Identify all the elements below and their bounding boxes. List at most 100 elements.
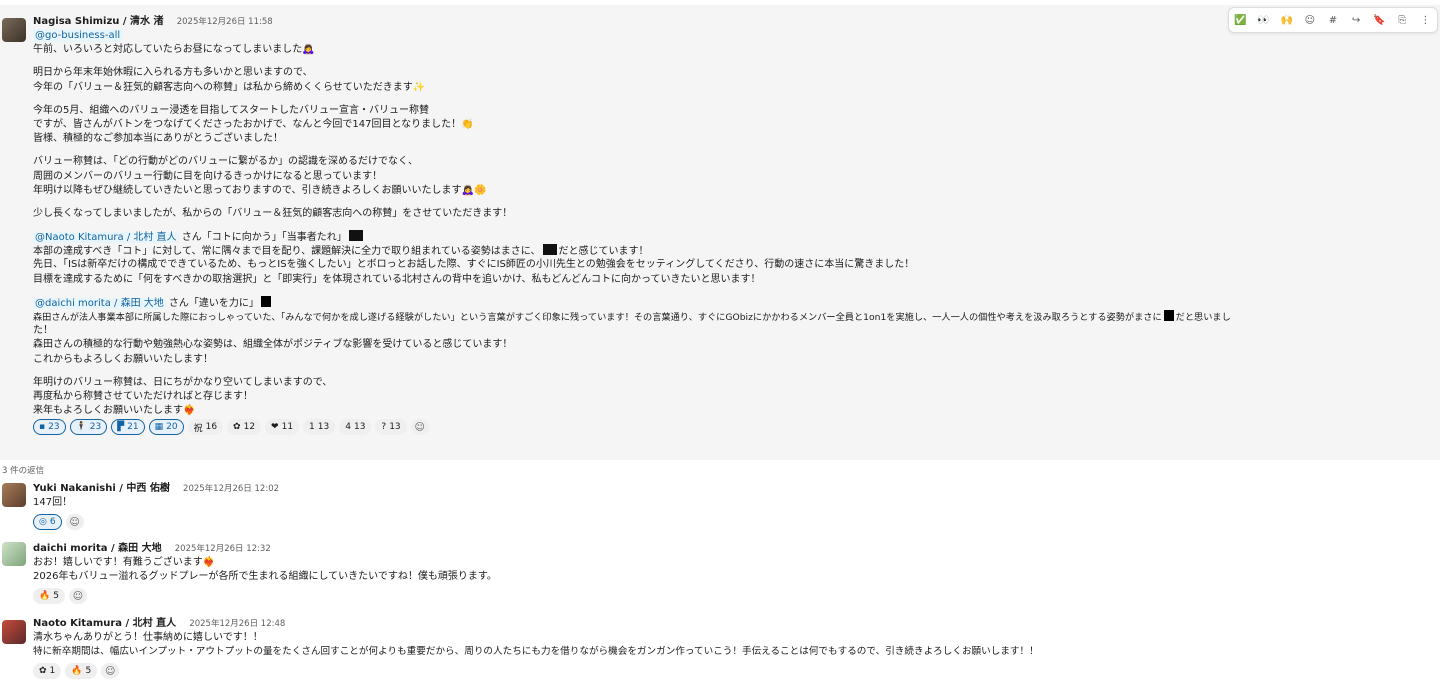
add-reaction-icon[interactable]: ☺ [65, 514, 84, 531]
reaction-emoji-icon: 🕴 [75, 422, 87, 433]
message-text: 年明けのバリュー称賛は、日にちがかなり空いてしまいますので、 [33, 376, 333, 388]
message-text: 年明け以降もぜひ継続していきたいと思っておりますので、引き続きよろしくお願いいた… [33, 184, 487, 196]
message-text: 周囲のメンバーのバリュー行動に目を向けるきっかけになると思っています！ [33, 170, 383, 182]
reaction-count: 13 [317, 422, 330, 433]
reaction-emoji-icon: ◎ [39, 517, 47, 528]
custom-emoji-icon [542, 244, 557, 256]
reactions-bar: ◎ 6 ☺ [33, 513, 279, 531]
reply-count[interactable]: 3 件の返信 [2, 464, 44, 476]
reaction-count: 23 [89, 422, 102, 433]
reactions-bar: ▪ 23 🕴 23 ▛ 21 ▦ 20 祝 16 ✿ 12 ❤ 11 1 13 4 13? 13 ☺ [33, 418, 1433, 436]
reaction-count: 12 [243, 422, 256, 433]
avatar[interactable] [2, 483, 26, 507]
reaction-pill[interactable]: 🔥 5 [33, 588, 65, 605]
reaction-count: 11 [281, 422, 294, 433]
reply-message: daichi morita / 森田 大地 2025年12月26日 12:32 … [33, 542, 497, 605]
message-text: 森田さんの積極的な行動や勉強熱心な姿勢は、組織全体がポジティブな影響を受けている… [33, 339, 513, 351]
reaction-pill[interactable]: ✿ 1 [33, 663, 62, 680]
reaction-pill[interactable]: ? 13 [375, 419, 407, 436]
reaction-count: 23 [48, 422, 60, 433]
message-text: 午前、いろいろと対応していたらお昼になってしまいました🙇‍♀️ [33, 44, 315, 56]
message-text: これからもよろしくお願いいたします！ [33, 353, 213, 365]
author-name[interactable]: daichi morita / 森田 大地 [33, 543, 162, 554]
message-text: 今年の5月、組織へのバリュー浸透を目指してスタートしたバリュー宣言・バリュー称賛 [33, 104, 430, 116]
reaction-pill[interactable]: ❤ 11 [265, 419, 300, 436]
reaction-pill[interactable]: ▦ 20 [148, 419, 184, 436]
message-text: おお！嬉しいです！有難うございます❤️‍🔥 [33, 557, 216, 568]
message-text: 先日、「ISは新卒だけの構成でできているため、もっとISを強くしたい」とボロっと… [33, 259, 915, 271]
custom-emoji-icon [260, 295, 271, 307]
message-text: ですが、皆さんがバトンをつなげてくださったおかげで、なんと今回で147回目となり… [33, 118, 474, 130]
message-text: 目標を達成するために「何をすべきかの取捨選択」と「即実行」を体現されている北村さ… [33, 273, 761, 285]
user-mention[interactable]: @Naoto Kitamura / 北村 直人 [33, 232, 179, 244]
reaction-pill[interactable]: 4 13 [339, 419, 372, 436]
reaction-emoji-icon: 祝 [193, 423, 203, 434]
message-text: だと思いまし [1175, 312, 1231, 323]
timestamp[interactable]: 2025年12月26日 12:32 [175, 544, 271, 554]
message-text: た！ [33, 325, 53, 337]
reaction-emoji-icon: ✿ [39, 666, 47, 677]
reaction-emoji-icon: 🔥 [71, 666, 83, 677]
reaction-pill[interactable]: ▛ 21 [111, 419, 145, 436]
user-mention[interactable]: @daichi morita / 森田 大地 [33, 297, 166, 309]
avatar[interactable] [2, 18, 26, 42]
reaction-count: 20 [166, 422, 178, 433]
reaction-pill[interactable]: 1 13 [303, 419, 336, 436]
reaction-pill[interactable]: 🔥 5 [65, 663, 98, 680]
reactions-bar: ✿ 1 🔥 5 ☺ [33, 662, 1039, 680]
timestamp[interactable]: 2025年12月26日 12:02 [183, 484, 279, 494]
message-text: 今年の「バリュー＆狂気的顧客志向への称賛」は私から締めくくらせていただきます✨ [33, 81, 426, 93]
message-text: 2026年もバリュー溢れるグッドプレーが各所で生まれる組織にしていきたいですね！… [33, 571, 497, 583]
reaction-count: 21 [127, 422, 139, 433]
parent-message: Nagisa Shimizu / 清水 渚 2025年12月26日 11:58 … [33, 15, 1433, 436]
reaction-count: 1 [49, 666, 56, 677]
message-text: 本部の達成すべき「コト」に対して、常に隅々まで目を配り、課題解決に全力で取り組ま… [33, 246, 541, 258]
reaction-emoji-icon: ▪ [39, 422, 46, 433]
add-reaction-icon[interactable]: ☺ [410, 419, 429, 436]
reaction-emoji-icon: 1 [309, 422, 315, 433]
reaction-emoji-icon: 🔥 [39, 591, 51, 602]
reaction-count: 13 [389, 422, 401, 433]
reaction-emoji-icon: ? [381, 422, 387, 433]
reaction-emoji-icon: 4 [345, 422, 351, 433]
message-text: 森田さんが法人事業本部に所属した際におっしゃっていた、「みんなで何かを成し遂げる… [33, 312, 1162, 323]
reaction-pill[interactable]: ◎ 6 [33, 514, 62, 531]
author-name[interactable]: Yuki Nakanishi / 中西 佑樹 [33, 483, 170, 494]
reaction-emoji-icon: ▦ [154, 422, 164, 433]
reaction-count: 13 [353, 422, 366, 433]
message-text: 少し長くなってしまいましたが、私からの「バリュー＆狂気的顧客志向への称賛」をさせ… [33, 207, 513, 219]
message-text: 清水ちゃんありがとう！仕事納めに嬉しいです！！ [33, 632, 263, 643]
reaction-emoji-icon: ▛ [117, 422, 125, 433]
reaction-count: 16 [205, 422, 218, 433]
reaction-count: 5 [85, 666, 92, 677]
reaction-pill[interactable]: 祝 16 [187, 419, 224, 436]
message-text: 来年もよろしくお願いいたします❤️‍🔥 [33, 405, 196, 417]
group-mention[interactable]: @go-business-all [33, 29, 123, 42]
author-name[interactable]: Naoto Kitamura / 北村 直人 [33, 618, 176, 629]
message-text: さん「違いを力に」 [165, 297, 259, 309]
timestamp[interactable]: 2025年12月26日 12:48 [189, 619, 285, 629]
custom-emoji-icon [1163, 310, 1174, 321]
avatar[interactable] [2, 542, 26, 566]
reaction-pill[interactable]: ✿ 12 [227, 419, 262, 436]
reaction-pill[interactable]: ▪ 23 [33, 419, 66, 436]
reactions-bar: 🔥 5 ☺ [33, 587, 497, 605]
add-reaction-icon[interactable]: ☺ [68, 588, 87, 605]
reaction-count: 6 [49, 517, 56, 528]
reaction-emoji-icon: ❤ [271, 422, 279, 433]
author-name[interactable]: Nagisa Shimizu / 清水 渚 [33, 16, 164, 27]
timestamp[interactable]: 2025年12月26日 11:58 [177, 17, 273, 27]
message-text: 147回！ [33, 497, 73, 508]
message-text: さん「コトに向かう」「当事者たれ」 [178, 232, 347, 244]
message-text: 特に新卒期間は、幅広いインプット・アウトプットの量をたくさん回すことが何よりも重… [33, 646, 1039, 658]
reply-message: Naoto Kitamura / 北村 直人 2025年12月26日 12:48… [33, 617, 1039, 680]
message-text: 明日から年末年始休暇に入られる方も多いかと思いますので、 [33, 67, 313, 79]
avatar[interactable] [2, 620, 26, 644]
reaction-emoji-icon: ✿ [233, 422, 241, 433]
add-reaction-icon[interactable]: ☺ [101, 663, 120, 680]
reaction-pill[interactable]: 🕴 23 [69, 419, 108, 436]
reaction-count: 5 [53, 591, 59, 602]
message-text: バリュー称賛は、「どの行動がどのバリューに繋がるか」の認識を深めるだけでなく、 [33, 156, 418, 168]
message-text: だと感じています！ [558, 246, 649, 258]
custom-emoji-icon [348, 230, 363, 242]
